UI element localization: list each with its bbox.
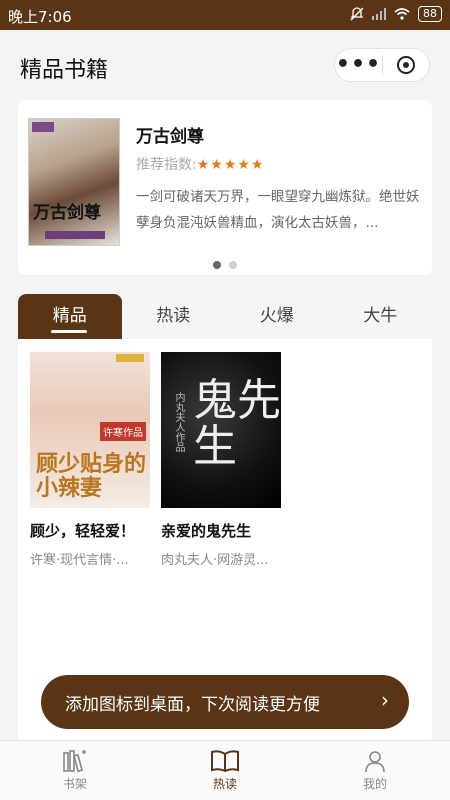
book-meta: 许寒·现代言情·...	[30, 553, 129, 568]
close-circle-icon[interactable]	[383, 55, 429, 75]
book-cover[interactable]: 内丸夫人作品 鬼先生	[161, 352, 281, 508]
navigation-bar: 精品书籍 •••	[0, 30, 450, 100]
category-tabs: 精品 热读 火爆 大牛	[18, 294, 432, 339]
carousel-indicator	[18, 261, 432, 269]
featured-book-description: 一剑可破诸天万界，一眼望穿九幽炼狱。绝世妖孽身负混沌妖兽精血，演化太古妖兽，..…	[136, 189, 420, 231]
tab-huobao[interactable]: 火爆	[225, 294, 329, 339]
book-title[interactable]: 顾少，轻轻爱！	[30, 520, 150, 541]
user-icon	[365, 751, 385, 773]
rating-row: 推荐指数:★★★★★	[136, 154, 264, 174]
book-cover[interactable]: 许寒作品 顾少贴身的小辣妻	[30, 352, 150, 508]
featured-book-card[interactable]: 万古剑尊 万古剑尊 推荐指数:★★★★★ 一剑可破诸天万界，一眼望穿九幽炼狱。绝…	[18, 100, 432, 275]
tab-redu[interactable]: 热读	[122, 294, 226, 339]
signal-icon	[372, 8, 386, 20]
mute-alarm-icon	[350, 7, 364, 21]
book-cover-text: 顾少贴身的小辣妻	[36, 451, 147, 501]
status-bar: 晚上7:06 88	[0, 0, 450, 30]
cover-ribbon	[116, 354, 144, 362]
cover-band	[45, 231, 105, 239]
tab-jingpin[interactable]: 精品	[18, 294, 122, 339]
tabbar-label: 书架	[62, 777, 87, 791]
rating-label: 推荐指数:	[136, 157, 197, 173]
cover-author-tag: 内丸夫人作品	[173, 392, 184, 452]
carousel-dot-2[interactable]	[229, 261, 237, 269]
chevron-right-icon: ›	[381, 688, 389, 712]
cover-badge	[32, 122, 54, 132]
featured-book-title[interactable]: 万古剑尊	[136, 122, 204, 147]
capsule-menu: •••	[334, 48, 430, 82]
cover-author-tag: 许寒作品	[100, 422, 146, 441]
book-item[interactable]: 许寒作品 顾少贴身的小辣妻 顾少，轻轻爱！ 许寒·现代言情·...	[30, 352, 150, 568]
banner-text: 添加图标到桌面，下次阅读更方便	[65, 694, 320, 715]
open-book-icon	[211, 750, 239, 773]
book-cover-text: 鬼先生	[193, 375, 281, 472]
status-icons: 88	[350, 6, 442, 22]
battery-indicator: 88	[418, 6, 442, 22]
tabbar-item-bookshelf[interactable]: 书架	[0, 741, 150, 800]
more-dots-icon[interactable]: •••	[335, 54, 382, 76]
book-meta: 肉丸夫人·网游灵...	[161, 553, 269, 568]
tabbar-label: 我的	[362, 777, 387, 791]
add-to-desktop-banner[interactable]: 添加图标到桌面，下次阅读更方便 ›	[41, 675, 409, 729]
bottom-tab-bar: 书架 热读 我的	[0, 740, 450, 800]
tabbar-item-mine[interactable]: 我的	[300, 741, 450, 800]
status-time: 晚上7:06	[8, 8, 72, 26]
wifi-icon	[394, 8, 410, 20]
page-title: 精品书籍	[20, 58, 109, 83]
tab-daniu[interactable]: 大牛	[329, 294, 433, 339]
tabbar-label: 热读	[212, 777, 237, 791]
carousel-dot-1[interactable]	[213, 261, 221, 269]
featured-book-cover[interactable]: 万古剑尊	[28, 118, 120, 246]
book-item[interactable]: 内丸夫人作品 鬼先生 亲爱的鬼先生 肉丸夫人·网游灵...	[161, 352, 281, 568]
bookshelf-icon	[63, 750, 86, 773]
featured-cover-text: 万古剑尊	[33, 203, 101, 223]
rating-stars: ★★★★★	[196, 157, 265, 173]
book-title[interactable]: 亲爱的鬼先生	[161, 520, 281, 541]
tabbar-item-hot-read[interactable]: 热读	[150, 741, 300, 800]
